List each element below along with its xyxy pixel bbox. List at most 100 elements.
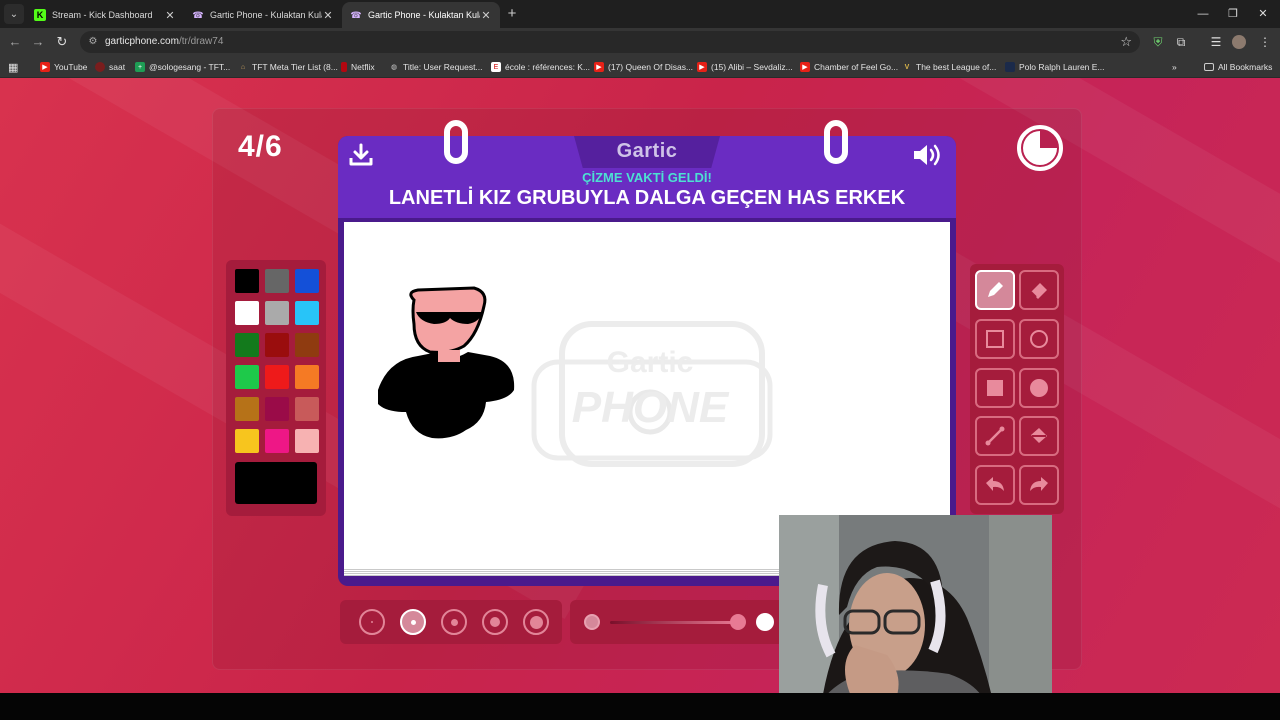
bookmark-item[interactable]: ▶ Chamber of Feel Go... xyxy=(800,59,898,75)
undo-tool[interactable] xyxy=(975,465,1015,505)
bookmark-item[interactable]: ▶ (17) Queen Of Disas... xyxy=(594,59,693,75)
minimize-button[interactable]: — xyxy=(1188,4,1218,24)
brush-size-option[interactable] xyxy=(359,609,385,635)
site-info-icon[interactable]: ⚙ xyxy=(87,36,99,48)
sound-icon[interactable] xyxy=(912,142,944,168)
brush-size-option[interactable] xyxy=(523,609,549,635)
brush-size-option[interactable] xyxy=(482,609,508,635)
sheets-icon: + xyxy=(135,62,145,72)
tab-title: Gartic Phone - Kulaktan Kulağa xyxy=(368,10,480,20)
all-bookmarks-folder[interactable]: All Bookmarks xyxy=(1204,59,1272,75)
reload-button[interactable]: ↻ xyxy=(52,32,72,52)
restore-button[interactable]: ❐ xyxy=(1218,4,1248,24)
reading-list-icon[interactable]: ☰ xyxy=(1207,33,1225,51)
bookmark-item[interactable]: V The best League of... xyxy=(902,59,997,75)
color-swatch[interactable] xyxy=(295,365,319,389)
color-swatch[interactable] xyxy=(295,429,319,453)
polo-icon xyxy=(1005,62,1015,72)
circle-fill-tool[interactable] xyxy=(1019,368,1059,408)
browser-menu-icon[interactable]: ⋮ xyxy=(1256,33,1274,51)
forward-button[interactable]: → xyxy=(28,32,48,52)
undo-icon xyxy=(986,477,1004,491)
color-swatch[interactable] xyxy=(265,397,289,421)
color-swatch[interactable] xyxy=(295,397,319,421)
extensions-puzzle-icon[interactable]: ⧉ xyxy=(1172,33,1190,51)
pencil-tool[interactable] xyxy=(975,270,1015,310)
color-swatch[interactable] xyxy=(295,269,319,293)
bookmark-item[interactable]: saat xyxy=(95,59,125,75)
opacity-slider[interactable] xyxy=(570,600,800,644)
apps-grid-icon[interactable]: ▦ xyxy=(8,59,18,75)
slider-handle[interactable] xyxy=(730,614,746,630)
color-swatch[interactable] xyxy=(235,397,259,421)
square-filled-icon xyxy=(987,380,1003,396)
youtube-icon: ▶ xyxy=(697,62,707,72)
circle-outline-icon xyxy=(1030,330,1048,348)
notebook-header: Gartic ÇİZME VAKTİ GELDİ! LANETLİ KIZ GR… xyxy=(338,136,956,218)
color-swatch[interactable] xyxy=(235,301,259,325)
drawing-prompt: LANETLİ KIZ GRUBUYLA DALGA GEÇEN HAS ERK… xyxy=(388,187,906,209)
color-swatch[interactable] xyxy=(265,333,289,357)
square-outline-icon xyxy=(986,330,1004,348)
bucket-tool[interactable] xyxy=(1019,416,1059,456)
netflix-icon xyxy=(341,62,347,72)
rectangle-fill-tool[interactable] xyxy=(975,368,1015,408)
line-tool[interactable] xyxy=(975,416,1015,456)
new-tab-button[interactable]: + xyxy=(503,5,521,23)
back-button[interactable]: ← xyxy=(5,32,25,52)
bookmark-item[interactable]: Eécole : références: K... xyxy=(491,59,590,75)
color-swatch[interactable] xyxy=(265,365,289,389)
opacity-min-icon xyxy=(584,614,600,630)
close-tab-icon[interactable]: ✕ xyxy=(164,9,176,22)
bookmark-item[interactable]: Polo Ralph Lauren E... xyxy=(1005,59,1105,75)
tab-kick-dashboard[interactable]: K Stream - Kick Dashboard ✕ xyxy=(26,2,184,28)
brush-size-option[interactable] xyxy=(400,609,426,635)
prompt-subtitle: ÇİZME VAKTİ GELDİ! xyxy=(582,170,712,185)
bookmark-item[interactable]: + @sologesang - TFT... xyxy=(135,59,230,75)
current-color-preview xyxy=(235,462,317,504)
bookmark-item[interactable]: ◍ Title: User Request... xyxy=(389,59,483,75)
line-icon xyxy=(985,426,1005,446)
address-bar[interactable]: ⚙ garticphone.com/tr/draw74 ☆ xyxy=(80,31,1140,53)
binder-ring xyxy=(444,120,468,164)
folder-icon xyxy=(1204,63,1214,71)
circle-outline-tool[interactable] xyxy=(1019,319,1059,359)
more-bookmarks-icon[interactable]: » xyxy=(1172,59,1177,75)
tab-gartic-1[interactable]: ☎ Gartic Phone - Kulaktan Kulağa ✕ xyxy=(184,2,342,28)
close-tab-icon[interactable]: ✕ xyxy=(480,9,492,22)
color-swatch[interactable] xyxy=(265,269,289,293)
extension-shield-icon[interactable]: ⛨ xyxy=(1149,33,1167,51)
youtube-icon: ▶ xyxy=(40,62,50,72)
color-swatch[interactable] xyxy=(235,333,259,357)
tab-search-button[interactable]: ⌄ xyxy=(4,4,24,24)
color-swatch[interactable] xyxy=(235,269,259,293)
bookmark-item[interactable]: ▶ YouTube xyxy=(40,59,87,75)
bookmark-item[interactable]: ⌂ TFT Meta Tier List (8... xyxy=(238,59,338,75)
tab-title: Gartic Phone - Kulaktan Kulağa xyxy=(210,10,322,20)
document-icon: E xyxy=(491,62,501,72)
browser-toolbar: ← → ↻ ⚙ garticphone.com/tr/draw74 ☆ ⛨ ⧉ … xyxy=(0,28,1280,56)
color-swatch[interactable] xyxy=(235,365,259,389)
brush-size-option[interactable] xyxy=(441,609,467,635)
color-swatch[interactable] xyxy=(265,429,289,453)
opacity-max-icon xyxy=(756,613,774,631)
color-swatch[interactable] xyxy=(295,301,319,325)
bookmark-star-icon[interactable]: ☆ xyxy=(1120,34,1132,50)
close-window-button[interactable]: ✕ xyxy=(1248,4,1278,24)
eraser-tool[interactable] xyxy=(1019,270,1059,310)
tab-gartic-2[interactable]: ☎ Gartic Phone - Kulaktan Kulağa ✕ xyxy=(342,2,500,28)
close-tab-icon[interactable]: ✕ xyxy=(322,9,334,22)
rectangle-outline-tool[interactable] xyxy=(975,319,1015,359)
color-swatch[interactable] xyxy=(235,429,259,453)
globe-icon: ◍ xyxy=(390,64,398,71)
color-palette xyxy=(226,260,326,516)
circle-filled-icon xyxy=(1030,379,1048,397)
color-swatch[interactable] xyxy=(265,301,289,325)
redo-tool[interactable] xyxy=(1019,465,1059,505)
download-icon[interactable] xyxy=(348,142,374,168)
profile-avatar[interactable] xyxy=(1230,33,1248,51)
bookmarks-bar: ▦ ▶ YouTube saat + @sologesang - TFT... ⌂ T… xyxy=(0,56,1280,78)
bookmark-item[interactable]: Netflix xyxy=(341,59,375,75)
bookmark-item[interactable]: ▶ (15) Alibi – Sevdaliz... xyxy=(697,59,793,75)
color-swatch[interactable] xyxy=(295,333,319,357)
